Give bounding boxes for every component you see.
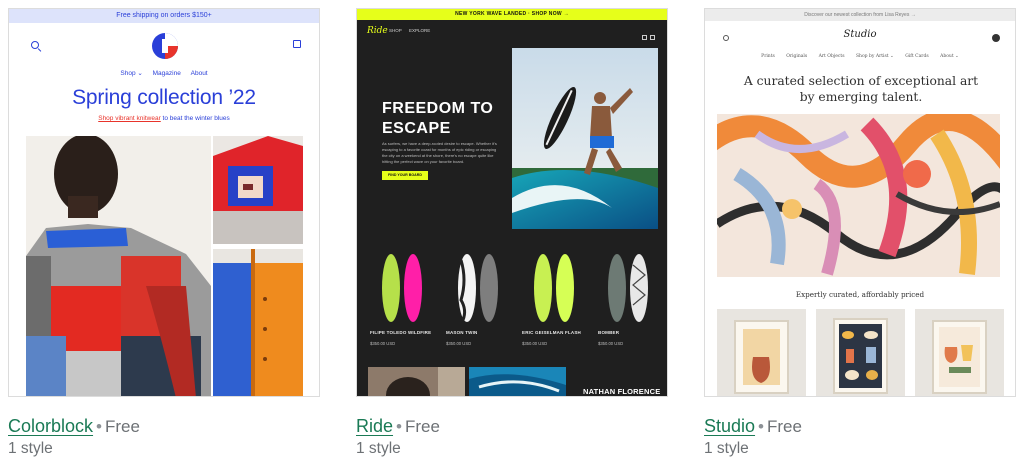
hero-title: Spring collection ’22 <box>72 86 256 109</box>
nav-menu: Shop ⌄ Magazine About <box>9 69 319 77</box>
theme-style-count: 1 style <box>704 440 749 457</box>
cart-icon <box>992 34 1000 42</box>
model-photo <box>26 136 211 396</box>
announcement-bar: NEW YORK WAVE LANDED · SHOP NOW → <box>357 9 667 20</box>
theme-meta-studio: Studio • Free <box>704 415 1016 438</box>
theme-preview-studio[interactable]: Discover our newest collection from Lisa… <box>704 8 1016 397</box>
hero-title: A curated selection of exceptional art b… <box>743 74 979 104</box>
hero-text: As surfers, we have a deep-rooted desire… <box>382 141 497 164</box>
nav-item-shop: Shop ⌄ <box>120 70 143 77</box>
hero-title: FREEDOM TO ESCAPE <box>382 99 493 139</box>
cardigan-photo <box>213 249 303 396</box>
board-image-bomber <box>608 254 648 322</box>
theme-price: Free <box>767 417 802 436</box>
hero-title-line-1: FREEDOM TO <box>382 100 494 117</box>
separator-dot: • <box>758 417 764 436</box>
search-icon <box>31 41 39 49</box>
hero-title-line-2: ESCAPE <box>382 120 451 137</box>
hero-subtitle: Shop vibrant knitwear to beat the winter… <box>9 115 319 122</box>
nav-menu: SHOP EXPLORE <box>389 28 436 33</box>
theme-card-ride[interactable]: NEW YORK WAVE LANDED · SHOP NOW → Ride S… <box>356 8 668 458</box>
product-name: MASON TWIN <box>446 330 478 335</box>
separator-dot: • <box>396 417 402 436</box>
theme-price: Free <box>105 417 140 436</box>
theme-meta-ride: Ride • Free <box>356 415 668 438</box>
section-subtitle: Expertly curated, affordably priced <box>795 290 925 299</box>
nav-item-art-objects: Art Objects <box>818 54 845 59</box>
surfer-photo <box>512 48 658 229</box>
lifestyle-photo <box>368 367 465 396</box>
product-price: $350.00 USD <box>446 341 472 346</box>
theme-price: Free <box>404 417 440 436</box>
theme-card-studio[interactable]: Discover our newest collection from Lisa… <box>704 8 1016 458</box>
nav-menu: Prints Originals Art Objects Shop by Art… <box>705 54 1015 59</box>
feature-title: NATHAN FLORENCE <box>583 387 661 396</box>
announcement-bar: Discover our newest collection from Lisa… <box>705 9 1015 21</box>
theme-card-colorblock[interactable]: Free shipping on orders $150+ Shop ⌄ Mag… <box>8 8 320 458</box>
cart-icon <box>650 35 655 40</box>
brand-logo: Studio <box>843 29 877 40</box>
theme-preview-ride[interactable]: NEW YORK WAVE LANDED · SHOP NOW → Ride S… <box>356 8 668 397</box>
product-name: BOMBER <box>598 330 620 335</box>
nav-item-gift-cards: Gift Cards <box>905 54 929 59</box>
board-image-wildfire <box>382 254 422 322</box>
search-icon <box>642 35 647 40</box>
theme-name-link[interactable]: Colorblock <box>8 416 93 436</box>
brand-logo: Ride <box>367 26 388 36</box>
board-image-flash <box>534 254 574 322</box>
product-name: FILIPE TOLEDO WILDFIRE <box>370 330 432 335</box>
theme-style-count: 1 style <box>8 440 53 457</box>
art-print-vase <box>717 309 806 396</box>
cart-icon <box>293 40 301 48</box>
find-board-button: FIND YOUR BOARD <box>382 171 428 180</box>
separator-dot: • <box>96 417 102 436</box>
abstract-artwork-image <box>717 114 1000 277</box>
nav-item-magazine: Magazine <box>152 70 181 77</box>
product-price: $350.00 USD <box>370 341 396 346</box>
knit-detail-photo <box>213 136 303 244</box>
art-print-pots <box>915 309 1004 396</box>
nav-item-originals: Originals <box>786 54 808 59</box>
announcement-bar: Free shipping on orders $150+ <box>9 9 319 23</box>
nav-item-about: About ⌄ <box>940 54 959 59</box>
hero-subtitle-link: Shop vibrant knitwear <box>98 115 161 122</box>
brand-logo <box>152 33 178 59</box>
nav-item-shop: SHOP <box>389 28 402 33</box>
product-price: $350.00 USD <box>522 341 548 346</box>
art-print-vessels <box>816 309 905 396</box>
header-icons <box>639 27 657 40</box>
theme-meta-colorblock: Colorblock • Free <box>8 415 320 438</box>
wave-photo <box>469 367 566 396</box>
nav-item-prints: Prints <box>761 54 775 59</box>
nav-item-about: About <box>190 70 208 77</box>
board-image-mason-twin <box>458 254 498 322</box>
theme-style-count: 1 style <box>356 440 401 457</box>
nav-item-explore: EXPLORE <box>409 28 431 33</box>
product-price: $350.00 USD <box>598 341 624 346</box>
theme-preview-colorblock[interactable]: Free shipping on orders $150+ Shop ⌄ Mag… <box>8 8 320 397</box>
theme-name-link[interactable]: Studio <box>704 416 755 436</box>
product-name: ERIC GEISELMAN FLASH <box>522 330 582 335</box>
hero-subtitle-text: to beat the winter blues <box>160 115 230 122</box>
theme-name-link[interactable]: Ride <box>356 416 393 436</box>
nav-item-shop-by-artist: Shop by Artist ⌄ <box>855 54 894 59</box>
